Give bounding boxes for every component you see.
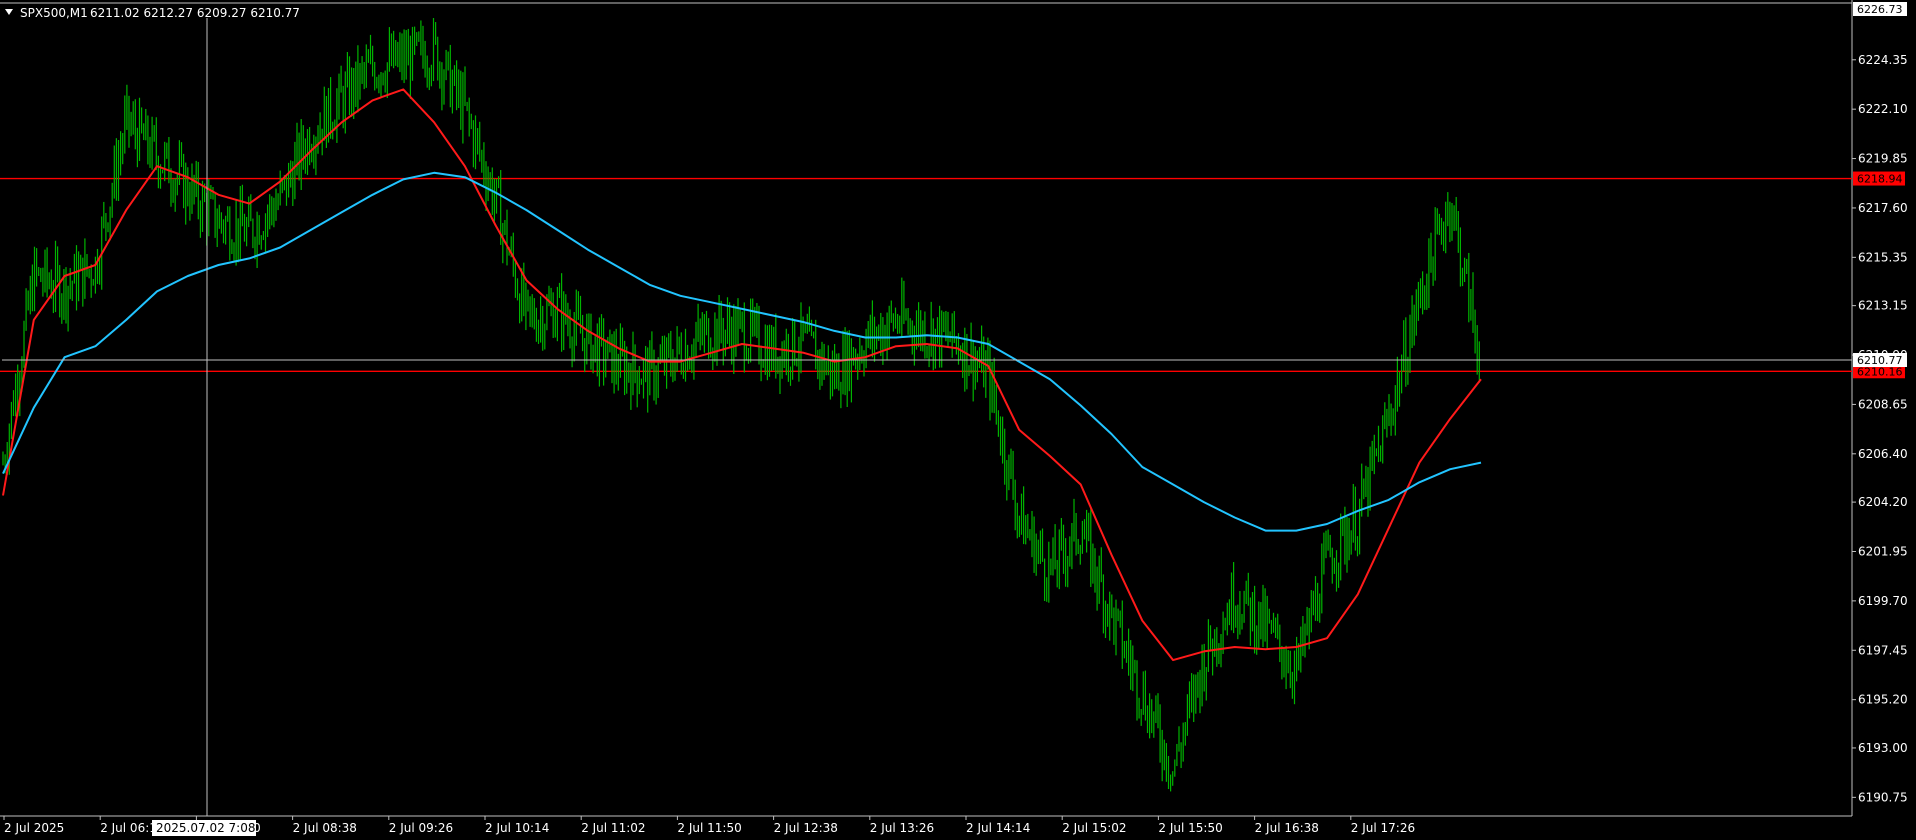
x-tick-label: 2 Jul 10:14 (485, 821, 549, 835)
x-tick-label: 2 Jul 15:50 (1158, 821, 1222, 835)
x-tick-label: 2 Jul 17:26 (1351, 821, 1415, 835)
x-tick-label: 2 Jul 11:50 (677, 821, 741, 835)
price-chart[interactable]: 6218.94 6210.16 6224.35 6222.10 6219.85 6217… (0, 0, 1916, 840)
y-tick-label: 6213.15 (1858, 299, 1908, 313)
y-tick-label: 6201.95 (1858, 544, 1908, 558)
x-tick-label: 2 Jul 06:1 (100, 821, 157, 835)
y-tick-label: 6217.60 (1858, 201, 1908, 215)
top-price-label: 6226.73 (1857, 3, 1903, 16)
x-tick-label: 2 Jul 14:14 (966, 821, 1030, 835)
y-tick-label: 6199.70 (1858, 594, 1908, 608)
ohlc-readout: 6211.02 6212.27 6209.27 6210.77 (90, 6, 300, 20)
x-tick-label: 2 Jul 08:38 (293, 821, 357, 835)
x-tick-label: 2 Jul 11:02 (581, 821, 645, 835)
y-tick-label: 6204.20 (1858, 495, 1908, 509)
y-tick-label: 6195.20 (1858, 693, 1908, 707)
symbol-label: SPX500,M1 (20, 6, 88, 20)
y-tick-label: 6208.65 (1858, 397, 1908, 411)
chart-background (0, 0, 1916, 840)
y-tick-label: 6222.10 (1858, 102, 1908, 116)
x-tick-label: 2 Jul 16:38 (1255, 821, 1319, 835)
current-price-label: 6210.77 (1857, 354, 1903, 367)
x-tick-label: 2 Jul 15:02 (1062, 821, 1126, 835)
y-tick-label: 6197.45 (1858, 643, 1908, 657)
y-tick-label: 6224.35 (1858, 53, 1908, 67)
y-tick-label: 6193.00 (1858, 741, 1908, 755)
x-tick-label: 2 Jul 12:38 (774, 821, 838, 835)
y-tick-label: 6219.85 (1858, 152, 1908, 166)
x-tick-label: 2 Jul 2025 (4, 821, 64, 835)
crosshair-time-label: 2025.07.02 7:08 (156, 821, 255, 835)
x-tick-label: 2 Jul 13:26 (870, 821, 934, 835)
y-tick-label: 6190.75 (1858, 790, 1908, 804)
hline-price-label: 6210.16 (1857, 365, 1903, 378)
x-tick-label: 2 Jul 09:26 (389, 821, 453, 835)
y-tick-label: 6215.35 (1858, 250, 1908, 264)
hline-price-label: 6218.94 (1857, 173, 1903, 186)
y-tick-label: 6206.40 (1858, 447, 1908, 461)
